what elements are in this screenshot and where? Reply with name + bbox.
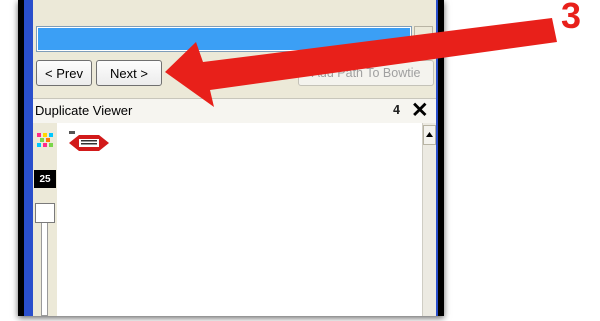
callout-step-number: 3 bbox=[561, 0, 582, 36]
callout-arrow-icon bbox=[165, 18, 557, 107]
